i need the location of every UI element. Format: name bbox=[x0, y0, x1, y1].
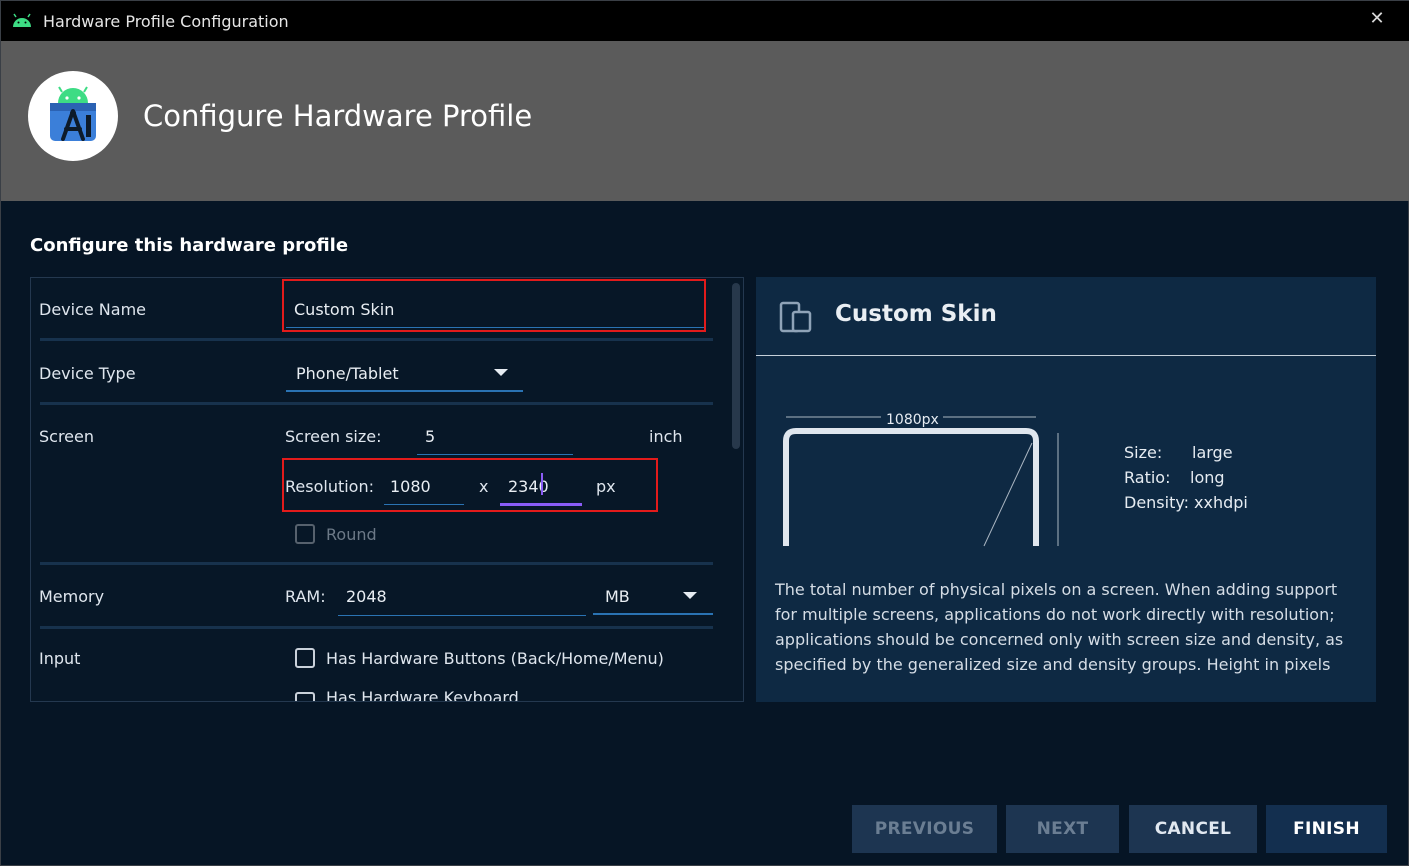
memory-label: Memory bbox=[39, 587, 105, 606]
device-type-select[interactable]: Phone/Tablet bbox=[296, 364, 399, 383]
info-title: Custom Skin bbox=[835, 301, 997, 327]
diagram-width-label: 1080px bbox=[886, 412, 939, 428]
hw-buttons-checkbox[interactable] bbox=[295, 648, 315, 668]
header-banner: Configure Hardware Profile bbox=[1, 41, 1409, 201]
hw-keyboard-checkbox[interactable] bbox=[295, 692, 315, 701]
device-name-highlight bbox=[282, 279, 706, 332]
device-type-underline bbox=[286, 390, 523, 392]
separator bbox=[40, 402, 713, 405]
screen-size-label: Screen size: bbox=[285, 427, 382, 446]
round-checkbox[interactable] bbox=[295, 524, 315, 544]
device-type-label: Device Type bbox=[39, 364, 136, 383]
ram-label: RAM: bbox=[285, 587, 326, 606]
device-name-label: Device Name bbox=[39, 300, 147, 319]
chevron-down-icon[interactable] bbox=[494, 369, 508, 376]
ram-underline bbox=[338, 615, 586, 616]
resolution-highlight bbox=[282, 458, 658, 512]
finish-button[interactable]: FINISH bbox=[1266, 805, 1387, 853]
window-title: Hardware Profile Configuration bbox=[43, 12, 289, 31]
form-scrollbar[interactable] bbox=[732, 283, 740, 449]
dialog-window: Hardware Profile Configuration ✕ Configu… bbox=[0, 0, 1409, 866]
previous-button[interactable]: PREVIOUS bbox=[852, 805, 997, 853]
info-description: The total number of physical pixels on a… bbox=[775, 580, 1344, 674]
size-label: Size: bbox=[1124, 443, 1163, 462]
separator bbox=[40, 338, 713, 341]
round-label: Round bbox=[326, 525, 377, 544]
input-label: Input bbox=[39, 649, 81, 668]
info-divider bbox=[756, 355, 1376, 356]
devices-icon bbox=[779, 301, 812, 333]
android-icon bbox=[13, 13, 31, 27]
info-panel: Custom Skin 1080px Size: large Ratio: lo… bbox=[756, 277, 1376, 702]
screen-size-input[interactable]: 5 bbox=[425, 427, 435, 446]
next-button[interactable]: NEXT bbox=[1006, 805, 1119, 853]
ram-input[interactable]: 2048 bbox=[346, 587, 387, 606]
title-bar: Hardware Profile Configuration ✕ bbox=[1, 1, 1409, 41]
separator bbox=[40, 562, 713, 565]
screen-size-underline bbox=[417, 454, 573, 455]
form-panel: Device Name Custom Skin Device Type Phon… bbox=[30, 277, 744, 702]
screen-label: Screen bbox=[39, 427, 95, 446]
chevron-down-icon[interactable] bbox=[683, 592, 697, 599]
page-title: Configure Hardware Profile bbox=[143, 99, 533, 133]
hw-buttons-label: Has Hardware Buttons (Back/Home/Menu) bbox=[326, 649, 664, 668]
separator bbox=[40, 626, 713, 629]
ratio-label: Ratio: bbox=[1124, 468, 1171, 487]
close-icon[interactable]: ✕ bbox=[1365, 7, 1389, 31]
cancel-button[interactable]: CANCEL bbox=[1129, 805, 1257, 853]
section-title: Configure this hardware profile bbox=[30, 235, 349, 256]
screen-size-unit: inch bbox=[649, 427, 683, 446]
ram-unit-select[interactable]: MB bbox=[605, 587, 630, 606]
android-studio-logo bbox=[28, 71, 118, 161]
hw-keyboard-label: Has Hardware Keyboard bbox=[326, 688, 519, 702]
ram-unit-underline bbox=[593, 613, 713, 615]
size-value: large bbox=[1192, 443, 1233, 462]
density-value: xxhdpi bbox=[1194, 493, 1248, 512]
density-label: Density: bbox=[1124, 493, 1190, 512]
ratio-value: long bbox=[1190, 468, 1225, 487]
